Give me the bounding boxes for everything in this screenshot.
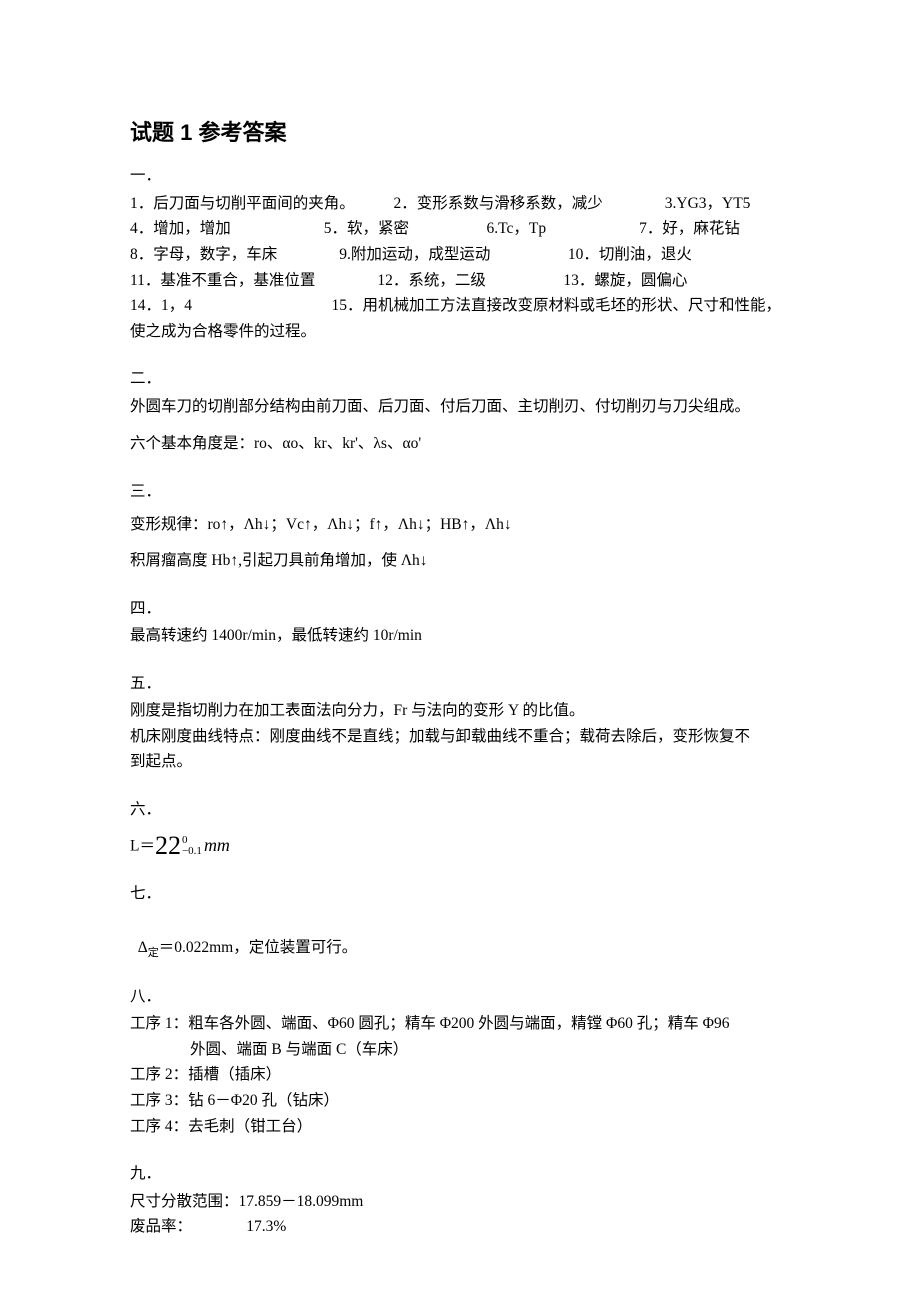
sec1-line2: 4．增加，增加 5．软，紧密 6.Tc，Tp 7．好，麻花钻 (130, 216, 790, 242)
sec1-line1: 1．后刀面与切削平面间的夹角。 2．变形系数与滑移系数，减少 3.YG3，YT5 (130, 191, 790, 217)
section-2-head: 二． (130, 366, 790, 392)
sec9-line2: 废品率： 17.3% (130, 1214, 790, 1240)
sec2-line1: 外圆车刀的切削部分结构由前刀面、后刀面、付后刀面、主切削刃、付切削刃与刀尖组成。 (130, 394, 790, 420)
sec8-line1: 工序 1：粗车各外圆、端面、Φ60 圆孔；精车 Φ200 外圆与端面，精镗 Φ6… (130, 1011, 790, 1037)
sec1-line5: 14．1，4 15．用机械加工方法直接改变原材料或毛坯的形状、尺寸和性能， (130, 293, 790, 319)
formula-unit: mm (204, 835, 230, 855)
section-9-head: 九． (130, 1161, 790, 1187)
formula-value: 22 (155, 831, 181, 860)
delta-subscript: 定 (148, 947, 159, 959)
delta-rest: ＝0.022mm，定位装置可行。 (159, 939, 358, 956)
section-7-head: 七． (130, 881, 790, 907)
page-title: 试题 1 参考答案 (130, 115, 790, 151)
sec1-line3: 8．字母，数字，车床 9.附加运动，成型运动 10．切削油，退火 (130, 242, 790, 268)
formula-tolerance: 0−0.1 (182, 835, 202, 857)
sec8-line4: 工序 4：去毛刺（钳工台） (130, 1114, 790, 1140)
sec5-line3: 到起点。 (130, 749, 790, 775)
section-1-head: 一． (130, 163, 790, 189)
sec3-line1: 变形规律：ro↑，Λh↓；Vc↑，Λh↓；f↑，Λh↓；HB↑，Λh↓ (130, 512, 790, 538)
sec1-line6: 使之成为合格零件的过程。 (130, 319, 790, 345)
sec7-line1: Δ定＝0.022mm，定位装置可行。 (130, 909, 790, 962)
sec9-line1: 尺寸分散范围：17.859－18.099mm (130, 1189, 790, 1215)
sec3-line2: 积屑瘤高度 Hb↑,引起刀具前角增加，使 Λh↓ (130, 548, 790, 574)
sec5-line1: 刚度是指切削力在加工表面法向分力，Fr 与法向的变形 Y 的比值。 (130, 698, 790, 724)
sec8-line2: 工序 2：插槽（插床） (130, 1062, 790, 1088)
section-4-head: 四． (130, 596, 790, 622)
sec4-line1: 最高转速约 1400r/min，最低转速约 10r/min (130, 623, 790, 649)
section-6-head: 六． (130, 797, 790, 823)
sec8-line3: 工序 3：钻 6－Φ20 孔（钻床） (130, 1088, 790, 1114)
formula-lead: L＝ (130, 837, 155, 854)
delta-symbol: Δ (138, 939, 148, 956)
sec5-line2: 机床刚度曲线特点：刚度曲线不是直线；加载与卸载曲线不重合；载荷去除后，变形恢复不 (130, 724, 790, 750)
sec1-line4: 11．基准不重合，基准位置 12．系统，二级 13．螺旋，圆偏心 (130, 268, 790, 294)
sec8-line1b: 外圆、端面 B 与端面 C（车床） (130, 1037, 790, 1063)
section-5-head: 五． (130, 671, 790, 697)
section-8-head: 八． (130, 984, 790, 1010)
sec6-formula: L＝220−0.1mm (130, 825, 790, 868)
section-3-head: 三． (130, 479, 790, 505)
sec2-line2: 六个基本角度是：ro、αo、kr、kr'、λs、αo' (130, 431, 790, 457)
